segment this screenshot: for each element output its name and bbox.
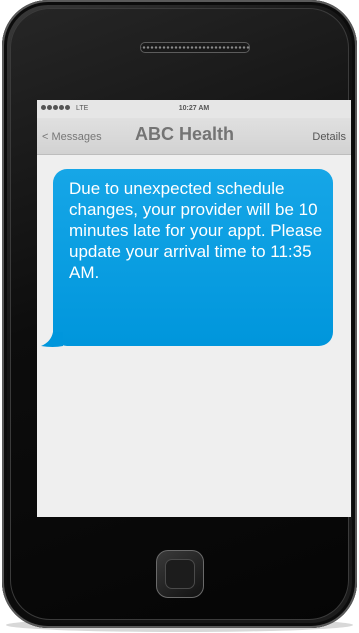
status-bar: LTE 10:27 AM: [37, 100, 351, 118]
bubble-tail-icon: [41, 332, 63, 347]
incoming-message-bubble[interactable]: Due to unexpected schedule changes, your…: [41, 169, 333, 347]
conversation-title: ABC Health: [135, 124, 235, 144]
stage: LTE 10:27 AM < Messages ABC Health Detai…: [0, 0, 359, 633]
speaker-grille-icon: [140, 42, 250, 53]
phone-frame: LTE 10:27 AM < Messages ABC Health Detai…: [2, 0, 357, 628]
home-button-inner: [165, 559, 195, 589]
navigation-bar: < Messages ABC Health Details: [37, 118, 351, 155]
back-to-messages-button[interactable]: < Messages: [42, 131, 102, 143]
home-button-icon[interactable]: [156, 550, 204, 598]
status-time: 10:27 AM: [178, 105, 210, 112]
message-text: Due to unexpected schedule changes, your…: [69, 179, 323, 282]
phone-screen: LTE 10:27 AM < Messages ABC Health Detai…: [37, 100, 351, 517]
details-button[interactable]: Details: [312, 131, 346, 143]
